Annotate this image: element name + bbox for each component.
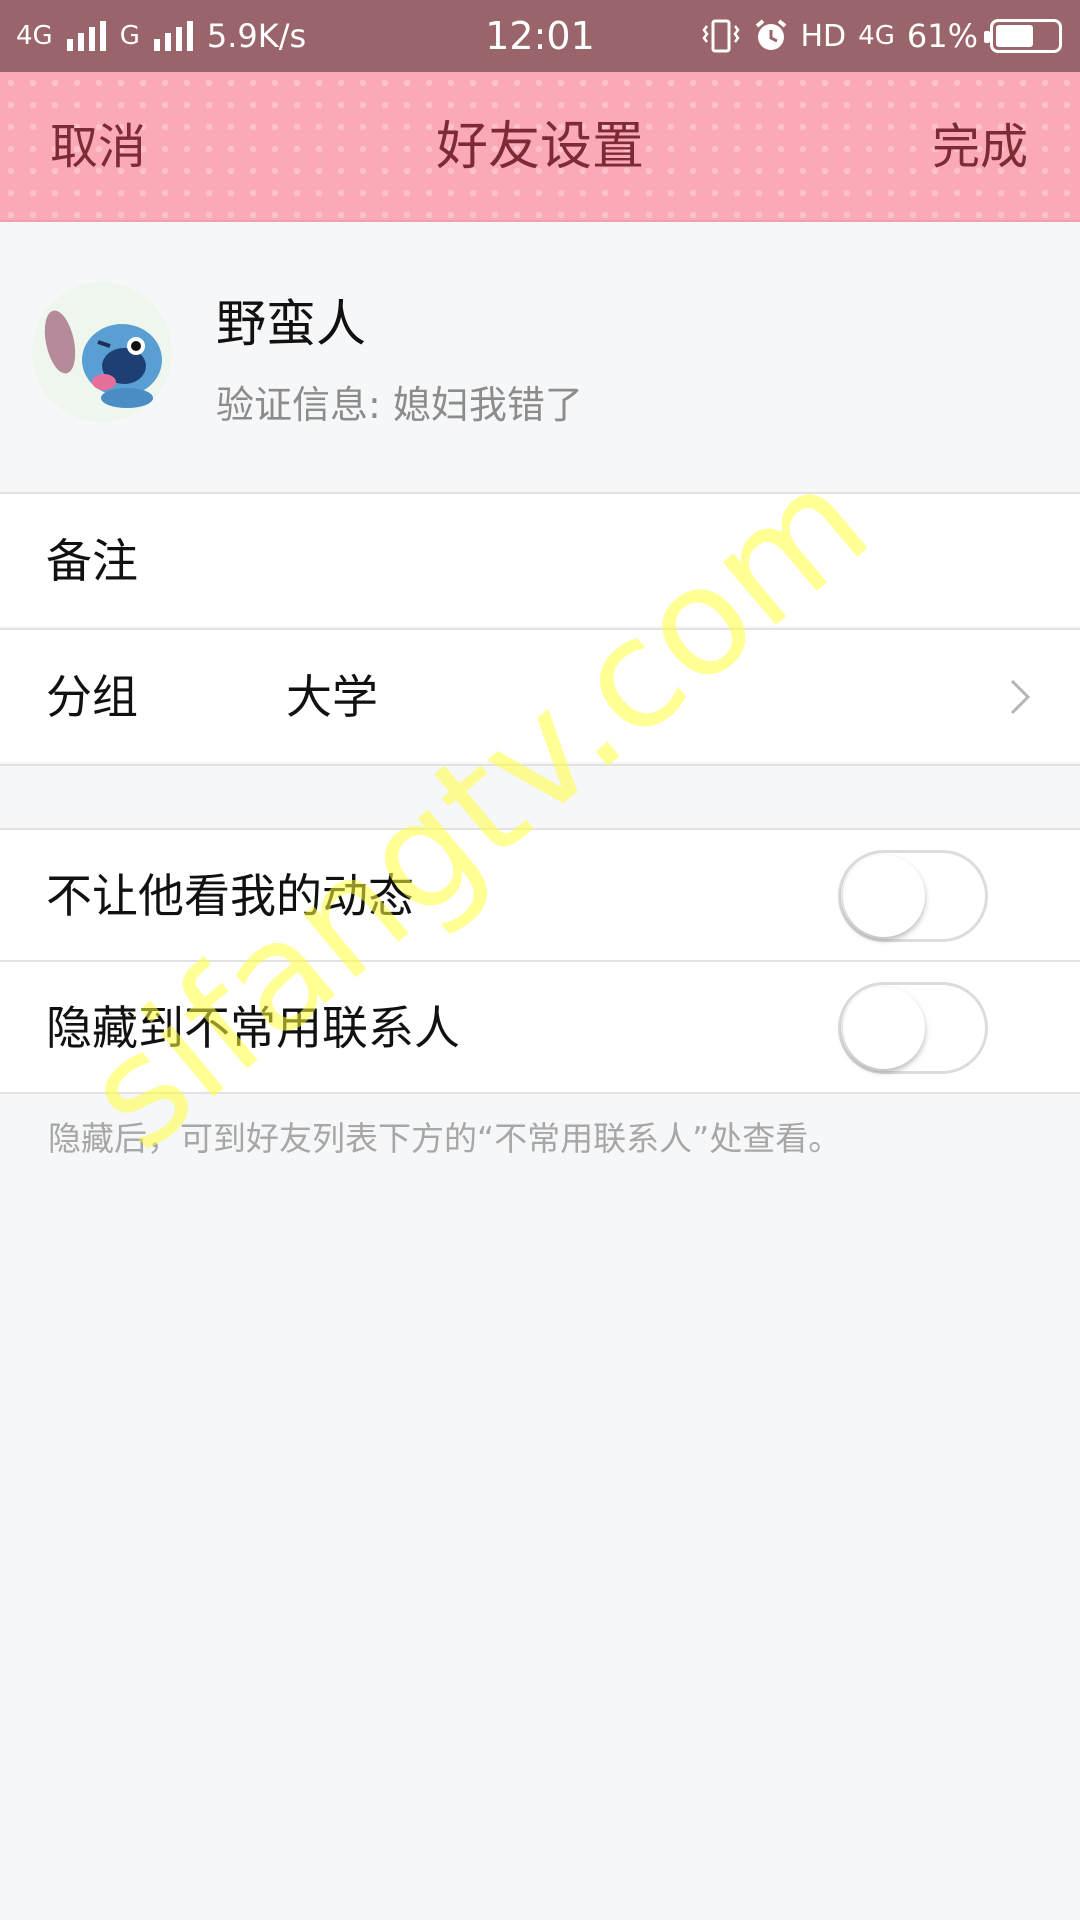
chevron-right-icon bbox=[1010, 679, 1031, 715]
status-bar: 4G G 5.9K/s 12:01 HD 4G 61% bbox=[0, 0, 1080, 72]
verify-message: 媳妇我错了 bbox=[392, 383, 583, 427]
remark-row[interactable]: 备注 bbox=[0, 492, 1080, 626]
remark-label: 备注 bbox=[46, 534, 138, 588]
battery-percent: 61% bbox=[906, 17, 978, 55]
toggle-knob bbox=[843, 987, 925, 1069]
toggle-knob bbox=[843, 855, 925, 937]
hide-contact-toggle[interactable] bbox=[838, 982, 988, 1074]
battery-icon bbox=[984, 19, 1062, 53]
verify-label: 验证信息: bbox=[216, 383, 381, 427]
alarm-icon bbox=[755, 19, 786, 50]
hd-indicator: HD bbox=[800, 18, 847, 54]
group-label: 分组 bbox=[46, 670, 138, 724]
group-value: 大学 bbox=[286, 670, 378, 724]
page-title: 好友设置 bbox=[435, 117, 644, 177]
stitch-avatar-icon bbox=[44, 310, 162, 408]
network-type-3: 4G bbox=[858, 21, 895, 51]
hide-moments-toggle[interactable] bbox=[838, 850, 988, 942]
done-button[interactable]: 完成 bbox=[932, 72, 1028, 222]
status-right: HD 4G 61% bbox=[701, 0, 1062, 72]
nav-bar: 取消 好友设置 完成 bbox=[0, 72, 1080, 222]
avatar[interactable] bbox=[32, 282, 172, 422]
vibrate-icon bbox=[701, 19, 740, 53]
friend-name: 野蛮人 bbox=[216, 295, 366, 353]
friend-profile: 野蛮人 验证信息: 媳妇我错了 bbox=[0, 224, 1080, 492]
verify-info: 验证信息: 媳妇我错了 bbox=[216, 374, 583, 429]
